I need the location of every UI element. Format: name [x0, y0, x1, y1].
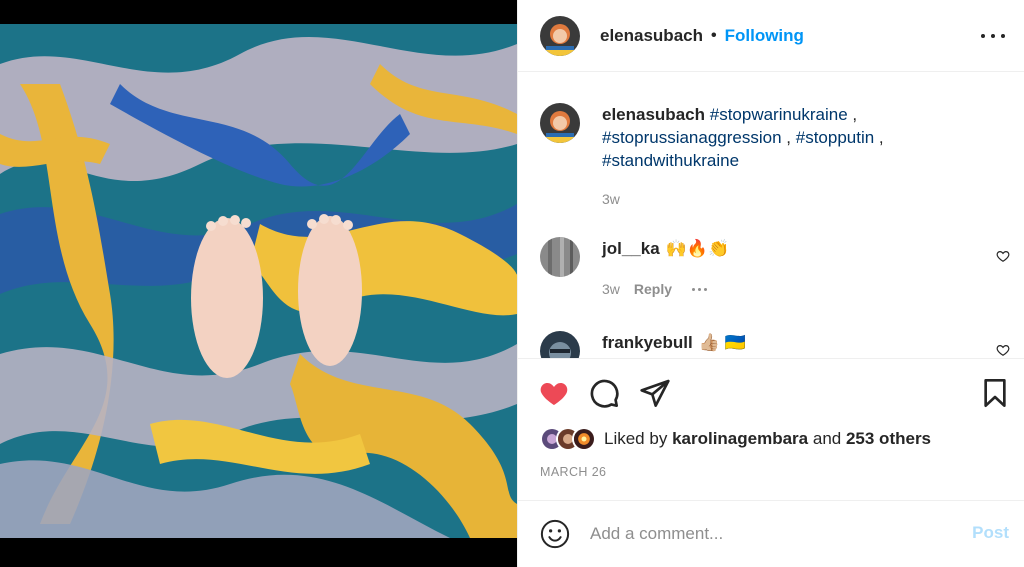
more-options-icon[interactable]	[981, 26, 1005, 46]
hashtag-link[interactable]: #stopputin	[796, 128, 874, 147]
post-date[interactable]: MARCH 26	[540, 465, 606, 479]
share-icon[interactable]	[639, 377, 671, 409]
caption-avatar[interactable]	[540, 103, 580, 143]
commenter-username[interactable]: frankyebull	[602, 333, 693, 352]
following-button[interactable]: Following	[725, 26, 804, 46]
comment-timestamp[interactable]: 3w	[602, 281, 620, 297]
liker-avatar[interactable]	[572, 427, 596, 451]
comment-item: jol__ka 🙌🔥👏 3w Reply	[540, 237, 1010, 297]
post-comment-button[interactable]: Post	[972, 523, 1009, 543]
comment-input[interactable]	[590, 521, 950, 547]
heart-icon[interactable]	[538, 377, 570, 409]
hashtag-link[interactable]: #stopwarinukraine	[710, 105, 848, 124]
caption: elenasubach #stopwarinukraine , #stoprus…	[540, 103, 962, 172]
header-separator: •	[711, 26, 717, 44]
comments-list[interactable]: elenasubach #stopwarinukraine , #stoprus…	[518, 73, 1024, 358]
post-image	[0, 24, 517, 538]
author-avatar[interactable]	[540, 15, 580, 56]
emoji-icon[interactable]	[540, 519, 570, 549]
hashtag-link[interactable]: #standwithukraine	[602, 151, 739, 170]
comment-icon[interactable]	[588, 377, 620, 409]
commenter-avatar[interactable]	[540, 331, 580, 358]
liker-username[interactable]: karolinagembara	[672, 429, 808, 448]
likes-and: and	[812, 429, 842, 448]
likes-prefix: Liked by	[604, 429, 668, 448]
comment-text: 👍🏼 🇺🇦	[698, 333, 746, 352]
caption-username[interactable]: elenasubach	[602, 105, 705, 124]
post-sidebar: elenasubach • Following elenasubach #sto…	[517, 0, 1024, 567]
add-comment-bar: Post	[518, 500, 1024, 567]
commenter-username[interactable]: jol__ka	[602, 239, 660, 258]
comment-item: frankyebull 👍🏼 🇺🇦	[540, 331, 1010, 358]
caption-sep: ,	[847, 105, 858, 124]
reply-button[interactable]: Reply	[634, 281, 672, 297]
bookmark-icon[interactable]	[979, 377, 1011, 409]
hashtag-link[interactable]: #stoprussianaggression	[602, 128, 782, 147]
likes-text: Liked by karolinagembara and 253 others	[604, 429, 931, 449]
photo-pane	[0, 0, 517, 567]
author-username[interactable]: elenasubach	[600, 26, 703, 46]
like-comment-icon[interactable]	[996, 343, 1010, 357]
caption-sep: ,	[874, 128, 884, 147]
post-header: elenasubach • Following	[518, 0, 1024, 72]
likes-others-link[interactable]: 253 others	[846, 429, 931, 448]
caption-sep: ,	[781, 128, 796, 147]
caption-text: elenasubach #stopwarinukraine , #stoprus…	[602, 103, 962, 172]
likes-summary: Liked by karolinagembara and 253 others	[540, 427, 931, 451]
like-comment-icon[interactable]	[996, 249, 1010, 263]
commenter-avatar[interactable]	[540, 237, 580, 277]
comment-options-icon[interactable]	[692, 287, 708, 291]
action-bar: Liked by karolinagembara and 253 others …	[518, 358, 1024, 500]
caption-timestamp[interactable]: 3w	[602, 191, 620, 207]
post-photo[interactable]	[0, 24, 517, 538]
comment-text: 🙌🔥👏	[665, 239, 730, 258]
